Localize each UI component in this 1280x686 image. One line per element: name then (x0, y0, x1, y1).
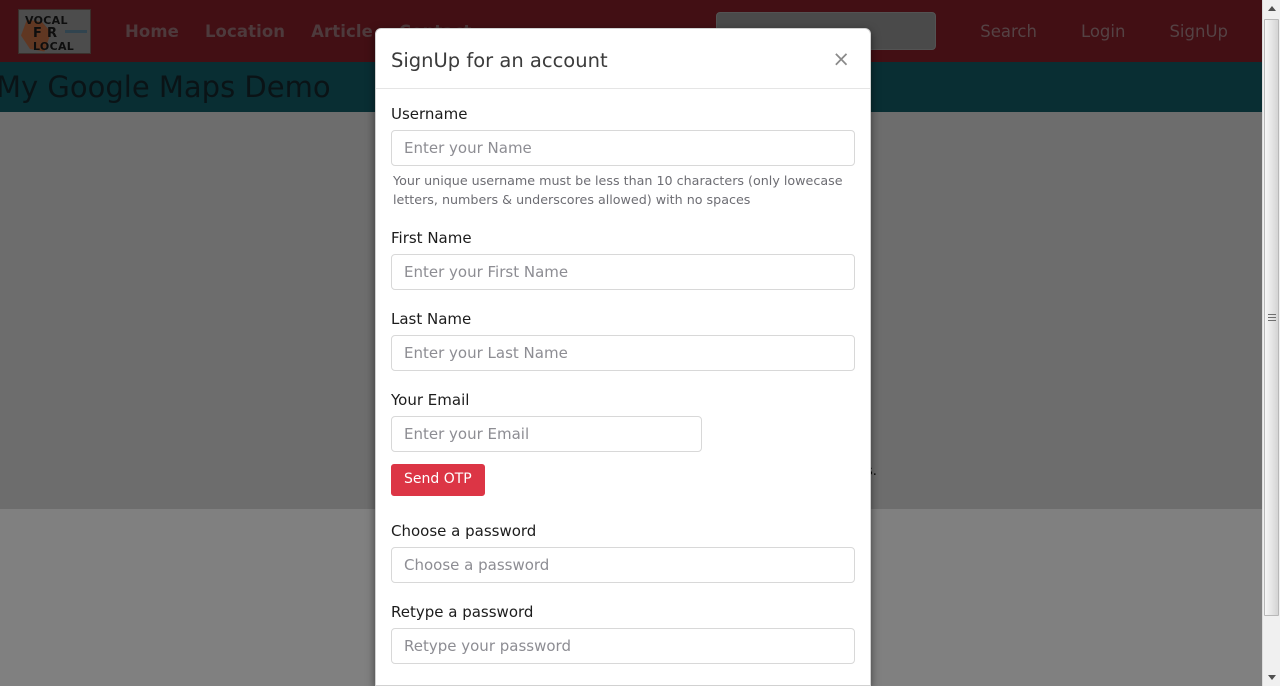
field-group-first-name: First Name (391, 229, 855, 291)
email-input[interactable] (391, 416, 702, 453)
page-title: My Google Maps Demo (0, 69, 331, 104)
field-group-password: Choose a password (391, 522, 855, 583)
email-label: Your Email (391, 391, 470, 410)
close-icon[interactable]: × (828, 47, 854, 72)
signup-link[interactable]: SignUp (1147, 22, 1250, 41)
first-name-label: First Name (391, 229, 472, 248)
last-name-label: Last Name (391, 310, 472, 329)
username-input[interactable] (391, 130, 855, 167)
retype-password-label: Retype a password (391, 602, 534, 621)
logo-line-1: VOCAL (25, 13, 68, 27)
scrollbar-grip-icon (1267, 313, 1276, 322)
logo-line-2: F R (33, 25, 58, 41)
send-otp-button[interactable]: Send OTP (391, 464, 485, 496)
username-help-text: Your unique username must be less than 1… (393, 173, 843, 207)
search-button[interactable]: Search (958, 22, 1059, 41)
field-group-email: Your Email Send OTP (391, 391, 855, 496)
field-group-last-name: Last Name (391, 310, 855, 372)
login-link[interactable]: Login (1059, 22, 1148, 41)
modal-header: SignUp for an account × (376, 29, 870, 90)
brand-logo[interactable]: VOCAL F R LOCAL (18, 8, 91, 54)
signup-modal: SignUp for an account × Username Your un… (375, 28, 871, 686)
vertical-scrollbar[interactable] (1262, 0, 1280, 686)
field-group-retype-password: Retype a password (391, 603, 855, 664)
arrow-icon (65, 29, 87, 33)
first-name-input[interactable] (391, 254, 855, 291)
field-group-username: Username Your unique username must be le… (391, 105, 855, 209)
nav-link-home[interactable]: Home (125, 22, 179, 41)
modal-title: SignUp for an account (391, 49, 608, 72)
last-name-input[interactable] (391, 335, 855, 372)
username-label: Username (391, 105, 468, 124)
scrollbar-thumb[interactable] (1264, 19, 1279, 616)
scroll-up-arrow-icon[interactable] (1263, 0, 1280, 17)
password-input[interactable] (391, 546, 855, 583)
retype-password-input[interactable] (391, 627, 855, 664)
logo-line-3: LOCAL (33, 39, 75, 53)
nav-link-article[interactable]: Article (311, 22, 373, 41)
scroll-down-arrow-icon[interactable] (1263, 669, 1280, 686)
modal-body: Username Your unique username must be le… (376, 89, 870, 685)
page-root: VOCAL F R LOCAL Home Location Article Co… (0, 0, 1280, 686)
password-label: Choose a password (391, 521, 537, 540)
nav-link-location[interactable]: Location (205, 22, 285, 41)
